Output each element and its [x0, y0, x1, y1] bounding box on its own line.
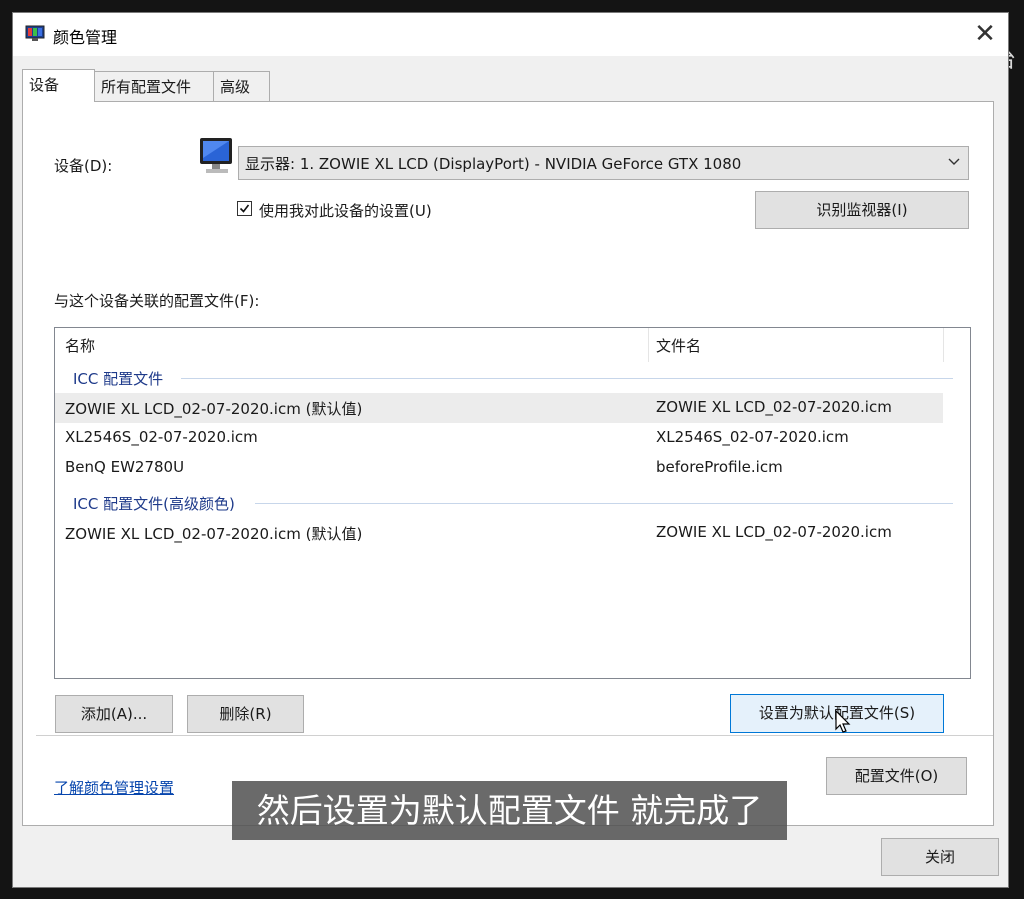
device-label: 设备(D):	[54, 157, 113, 175]
group-divider-line	[255, 503, 953, 504]
table-row[interactable]: ZOWIE XL LCD_02-07-2020.icm (默认值) ZOWIE …	[55, 393, 943, 423]
close-button[interactable]: 关闭	[881, 838, 999, 876]
remove-button[interactable]: 删除(R)	[187, 695, 304, 733]
group-divider-line	[181, 378, 953, 379]
device-dropdown[interactable]: 显示器: 1. ZOWIE XL LCD (DisplayPort) - NVI…	[238, 146, 969, 180]
color-management-dialog: 颜色管理 ✕ 设备 所有配置文件 高级 设备(D): 显示器: 1. ZOWIE…	[12, 12, 1009, 888]
column-separator	[943, 328, 944, 362]
row-filename: ZOWIE XL LCD_02-07-2020.icm	[656, 398, 892, 416]
footer-divider	[36, 735, 993, 736]
row-name: ZOWIE XL LCD_02-07-2020.icm (默认值)	[65, 400, 363, 418]
video-subtitle: 然后设置为默认配置文件 就完成了	[232, 781, 787, 840]
list-header: 名称 文件名	[55, 328, 970, 362]
column-header-name[interactable]: 名称	[65, 335, 95, 356]
profiles-section-label: 与这个设备关联的配置文件(F):	[54, 292, 260, 310]
color-management-app-icon	[25, 25, 45, 41]
table-row[interactable]: XL2546S_02-07-2020.icm XL2546S_02-07-202…	[55, 423, 943, 453]
window-close-button[interactable]: ✕	[968, 17, 1002, 51]
add-button[interactable]: 添加(A)...	[55, 695, 173, 733]
group-header-icc-advanced: ICC 配置文件(高级颜色)	[73, 494, 235, 513]
checkmark-icon	[239, 204, 250, 213]
table-row[interactable]: ZOWIE XL LCD_02-07-2020.icm (默认值) ZOWIE …	[55, 518, 943, 548]
tab-devices[interactable]: 设备	[22, 69, 95, 102]
profiles-button[interactable]: 配置文件(O)	[826, 757, 967, 795]
chevron-down-icon	[948, 158, 960, 165]
column-separator	[648, 328, 649, 362]
devices-tab-panel: 设备(D): 显示器: 1. ZOWIE XL LCD (DisplayPort…	[22, 101, 994, 826]
row-name: XL2546S_02-07-2020.icm	[65, 428, 258, 446]
identify-monitors-button[interactable]: 识别监视器(I)	[755, 191, 969, 229]
row-name: BenQ EW2780U	[65, 458, 185, 476]
column-header-filename[interactable]: 文件名	[656, 335, 701, 356]
window-title: 颜色管理	[53, 28, 118, 47]
tab-all-profiles[interactable]: 所有配置文件	[94, 71, 214, 101]
use-my-settings-checkbox[interactable]	[237, 201, 252, 216]
profiles-list[interactable]: 名称 文件名 ICC 配置文件 ZOWIE XL LCD_02-07-2020.…	[54, 327, 971, 679]
monitor-icon	[200, 138, 232, 173]
row-filename: beforeProfile.icm	[656, 458, 783, 476]
row-name: ZOWIE XL LCD_02-07-2020.icm (默认值)	[65, 525, 363, 543]
mouse-cursor-icon	[835, 710, 851, 733]
table-row[interactable]: BenQ EW2780U beforeProfile.icm	[55, 453, 943, 483]
device-dropdown-value: 显示器: 1. ZOWIE XL LCD (DisplayPort) - NVI…	[245, 155, 742, 173]
row-filename: ZOWIE XL LCD_02-07-2020.icm	[656, 523, 892, 541]
group-header-icc: ICC 配置文件	[73, 369, 164, 388]
title-bar: 颜色管理 ✕	[13, 13, 1008, 56]
use-my-settings-label: 使用我对此设备的设置(U)	[259, 202, 432, 220]
row-filename: XL2546S_02-07-2020.icm	[656, 428, 849, 446]
tab-advanced[interactable]: 高级	[213, 71, 270, 101]
learn-color-management-link[interactable]: 了解颜色管理设置	[54, 777, 174, 798]
